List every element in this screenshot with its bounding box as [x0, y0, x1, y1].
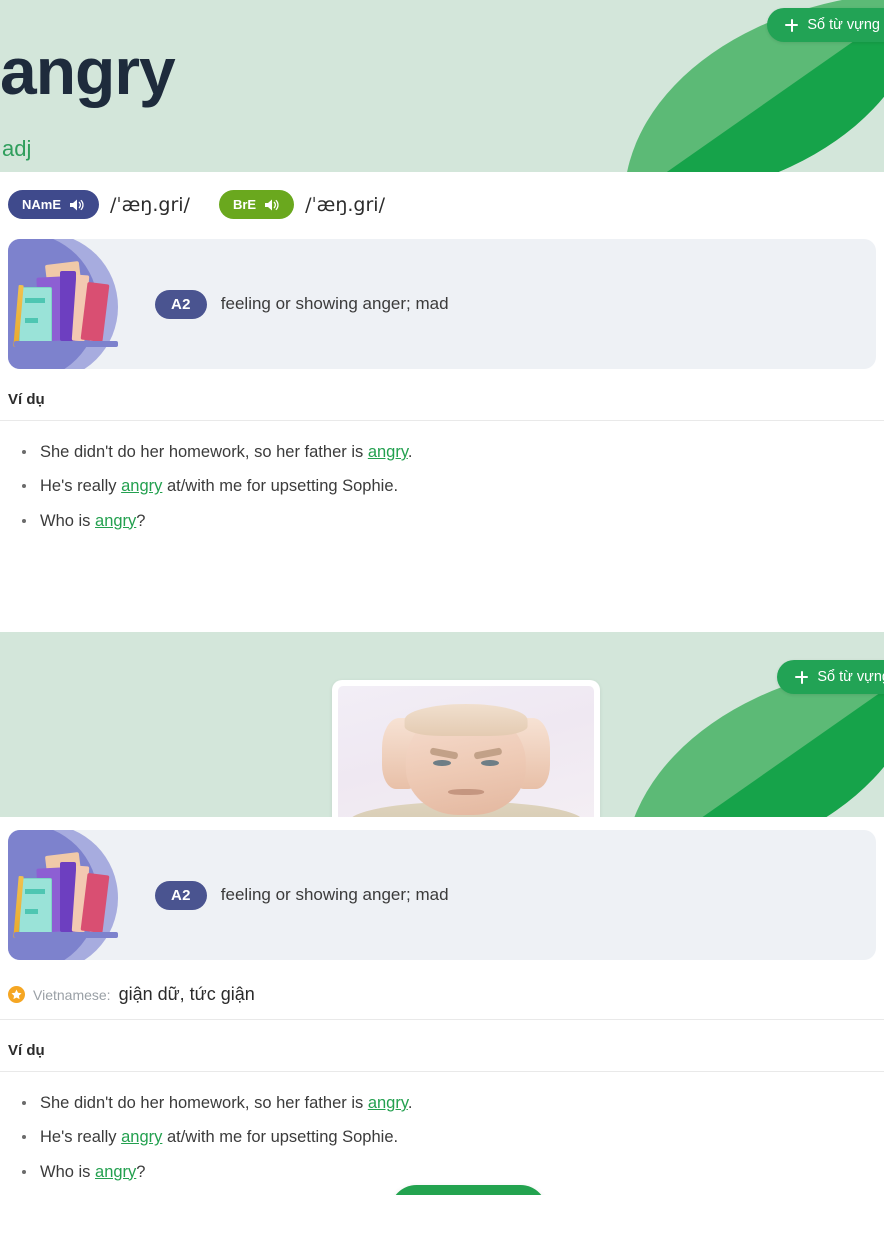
example-keyword[interactable]: angry — [95, 1163, 136, 1181]
speaker-icon — [265, 199, 279, 210]
example-text-before: Who is — [40, 1162, 96, 1181]
example-keyword[interactable]: angry — [121, 477, 162, 495]
examples-heading: Ví dụ — [0, 1020, 884, 1072]
pronounce-bre-button[interactable]: BrE — [218, 190, 295, 219]
example-text-before: She didn't do her homework, so her fathe… — [40, 443, 368, 461]
example-text-before: Who is — [40, 511, 96, 530]
add-to-vocabulary-label: Sổ từ vựng — [817, 669, 884, 685]
speaker-icon — [70, 199, 84, 210]
example-text-after: . — [407, 1094, 413, 1112]
examples-list: She didn't do her homework, so her fathe… — [0, 1072, 884, 1195]
flashcard-back: Sổ từ vựng A2 feeling or showing anger; … — [0, 632, 884, 1195]
cefr-level-badge: A2 — [155, 880, 207, 910]
example-keyword[interactable]: angry — [121, 1128, 162, 1146]
books-illustration-icon — [8, 830, 135, 960]
back-hero-header: Sổ từ vựng — [0, 632, 884, 817]
example-text-after: at/with me for upsetting Sophie. — [162, 477, 399, 496]
example-text-before: He's really — [40, 477, 122, 496]
flashcard-front: Sổ từ vựng angry adj NAmE /ˈæŋ.gri/ BrE — [0, 0, 884, 544]
examples-list: She didn't do her homework, so her fathe… — [0, 421, 884, 544]
pronounce-name-button[interactable]: NAmE — [8, 190, 100, 219]
definition-text: feeling or showing anger; mad — [220, 294, 449, 313]
part-of-speech: adj — [2, 136, 32, 161]
list-item: She didn't do her homework, so her fathe… — [22, 1092, 884, 1126]
flip-card-button[interactable]: Lật thẻ — [390, 1185, 548, 1195]
example-keyword[interactable]: angry — [368, 1094, 408, 1112]
star-icon — [8, 986, 25, 1003]
pronunciation-row: NAmE /ˈæŋ.gri/ BrE /ˈæŋ.gri/ — [0, 172, 884, 239]
page-title: angry — [0, 34, 176, 108]
examples-heading: Ví dụ — [0, 369, 884, 421]
example-text-after: . — [407, 443, 413, 461]
example-text-before: He's really — [40, 1128, 122, 1147]
list-item: He's really angry at/with me for upsetti… — [22, 475, 884, 509]
definition-card: A2 feeling or showing anger; mad — [8, 239, 876, 369]
name-ipa: /ˈæŋ.gri/ — [110, 193, 190, 216]
name-region-label: NAmE — [22, 197, 62, 212]
word-image — [332, 680, 600, 817]
translation-value: giận dữ, tức giận — [118, 984, 255, 1004]
list-item: She didn't do her homework, so her fathe… — [22, 441, 884, 475]
add-to-vocabulary-button[interactable]: Sổ từ vựng — [767, 8, 884, 42]
plus-icon — [785, 18, 799, 32]
example-text-after: at/with me for upsetting Sophie. — [162, 1128, 399, 1147]
plus-icon — [795, 670, 809, 684]
list-item: He's really angry at/with me for upsetti… — [22, 1126, 884, 1160]
add-to-vocabulary-button[interactable]: Sổ từ vựng — [777, 660, 884, 694]
example-text-after: ? — [136, 511, 146, 530]
bre-region-label: BrE — [232, 197, 257, 212]
definition-text: feeling or showing anger; mad — [220, 885, 449, 904]
translation-row: Vietnamese: giận dữ, tức giận — [0, 960, 884, 1020]
front-hero-header: Sổ từ vựng angry adj — [0, 0, 884, 172]
cefr-level-badge: A2 — [155, 289, 207, 319]
example-text-before: She didn't do her homework, so her fathe… — [40, 1094, 368, 1112]
definition-card: A2 feeling or showing anger; mad — [8, 830, 876, 960]
flashcard-page: Sổ từ vựng angry adj NAmE /ˈæŋ.gri/ BrE — [0, 0, 884, 1250]
books-illustration-icon — [8, 239, 135, 369]
example-keyword[interactable]: angry — [368, 443, 408, 461]
bre-ipa: /ˈæŋ.gri/ — [305, 193, 385, 216]
list-item: Who is angry? — [22, 510, 884, 544]
example-keyword[interactable]: angry — [95, 512, 136, 530]
translation-language-label: Vietnamese: — [33, 986, 111, 1003]
add-to-vocabulary-label: Sổ từ vựng — [807, 17, 880, 33]
example-text-after: ? — [136, 1162, 146, 1181]
